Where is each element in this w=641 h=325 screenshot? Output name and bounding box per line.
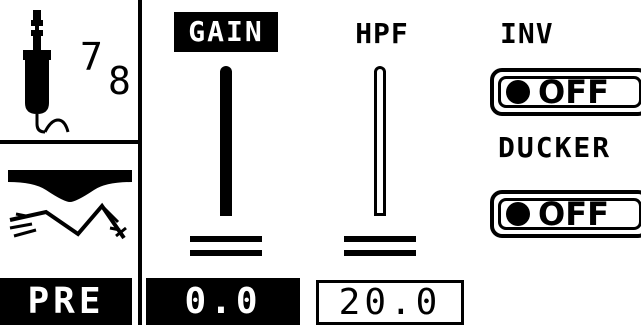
- eq-curve-icon[interactable]: [6, 168, 134, 254]
- channel-number-top: 7: [80, 35, 103, 79]
- inv-toggle-state: OFF: [538, 73, 609, 111]
- hpf-fader-track: [374, 66, 386, 216]
- gain-label: GAIN: [174, 12, 278, 52]
- hpf-fader-cap-bottom: [344, 250, 416, 256]
- hpf-fader[interactable]: [344, 66, 416, 266]
- pre-button[interactable]: PRE: [0, 278, 132, 325]
- inv-toggle-knob-icon: [506, 80, 530, 104]
- gain-fader-cap-top: [190, 236, 262, 242]
- gain-fader-cap-bottom: [190, 250, 262, 256]
- gain-fader[interactable]: [190, 66, 262, 266]
- inv-toggle[interactable]: OFF: [490, 68, 641, 116]
- ducker-toggle-state: OFF: [538, 195, 609, 233]
- hpf-fader-cap-top: [344, 236, 416, 242]
- gain-value[interactable]: 0.0: [146, 278, 300, 325]
- ducker-toggle-knob-icon: [506, 202, 530, 226]
- channel-number-bottom: 8: [108, 59, 131, 103]
- hpf-label: HPF: [355, 17, 409, 50]
- inv-label: INV: [500, 17, 554, 50]
- panel-divider-horizontal: [0, 140, 138, 144]
- ducker-label: DUCKER: [498, 131, 612, 164]
- panel-divider-vertical: [138, 0, 142, 325]
- gain-fader-track: [220, 66, 232, 216]
- hpf-value[interactable]: 20.0: [316, 280, 464, 325]
- ducker-toggle[interactable]: OFF: [490, 190, 641, 238]
